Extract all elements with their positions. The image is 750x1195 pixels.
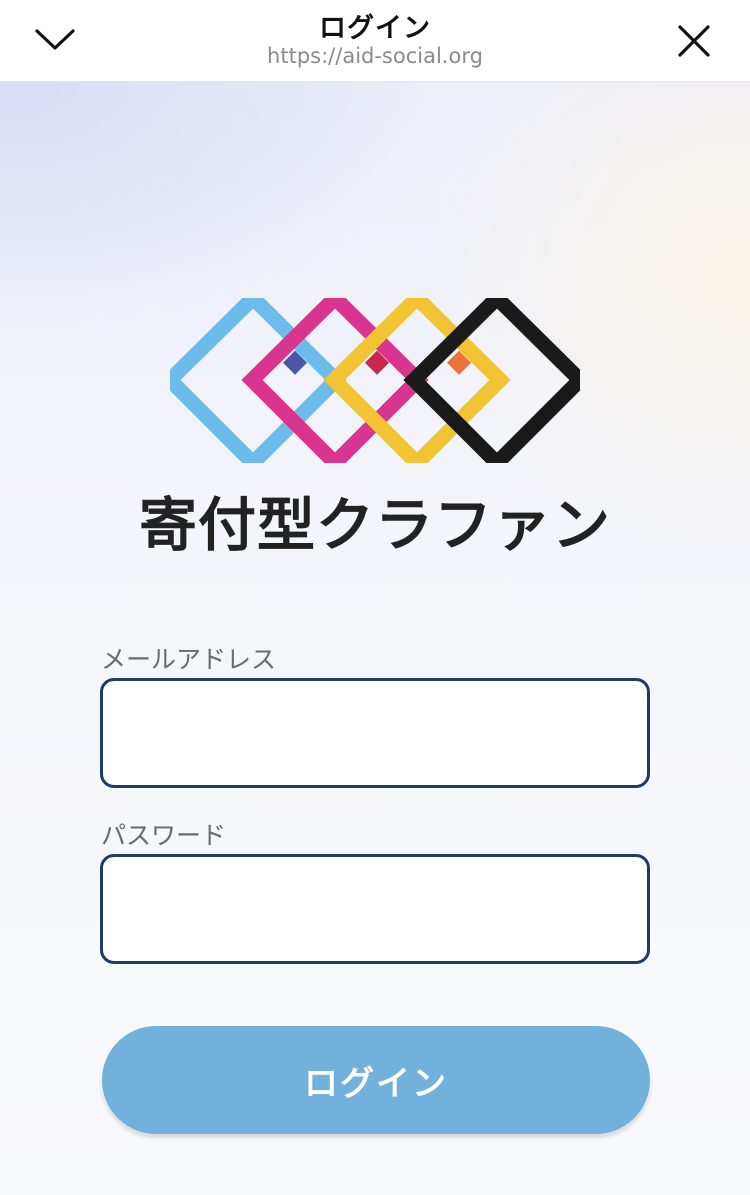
login-button[interactable]: ログイン bbox=[102, 1026, 650, 1134]
password-field[interactable] bbox=[100, 854, 650, 964]
browser-header: ログイン https://aid-social.org bbox=[0, 0, 750, 82]
brand-logo bbox=[170, 298, 580, 463]
brand-name: 寄付型クラファン bbox=[138, 491, 611, 559]
page-url: https://aid-social.org bbox=[267, 44, 483, 68]
email-label: メールアドレス bbox=[101, 645, 277, 674]
email-field[interactable] bbox=[100, 678, 650, 788]
login-content: 寄付型クラファン メールアドレス パスワード ログイン bbox=[0, 82, 750, 1195]
page-title: ログイン bbox=[319, 13, 431, 44]
password-label: パスワード bbox=[101, 821, 227, 850]
close-icon[interactable] bbox=[667, 14, 721, 68]
